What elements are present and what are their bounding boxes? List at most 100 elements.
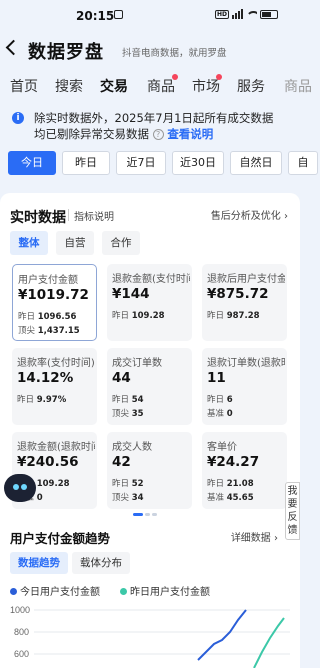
metric-card-buyer-count[interactable]: 成交人数 42 昨日 52 顶尖 34 — [107, 432, 192, 509]
metric-compare: 昨日 1096.56 — [18, 312, 77, 322]
tab-search[interactable]: 搜索 — [55, 76, 83, 96]
date-filter-yesterday[interactable]: 昨日 — [62, 151, 110, 175]
segment-cooperation[interactable]: 合作 — [102, 231, 140, 255]
back-arrow-icon[interactable] — [5, 39, 22, 56]
pay-amount-trend-section: 用户支付金额趋势 详细数据 › 数据趋势 载体分布 今日用户支付金额 昨日用户支… — [0, 520, 300, 668]
after-sales-link-label: 售后分析及优化 — [210, 211, 281, 222]
metric-card-avg-order-value[interactable]: 客单价 ¥24.27 昨日 21.08 基准 45.65 — [202, 432, 287, 509]
pager-dot-active — [133, 513, 143, 516]
notice-banner: i 除实时数据外，2025年7月1日起所有成交数据 均已剔除异常交易数据 ? 查… — [0, 108, 300, 146]
trend-chart: 1000 800 600 — [10, 605, 290, 668]
carousel-pager — [133, 513, 157, 516]
date-filter-7days[interactable]: 近7日 — [116, 151, 166, 175]
legend-yesterday-dot — [120, 588, 127, 595]
trend-title: 用户支付金额趋势 — [10, 531, 111, 546]
detail-data-link[interactable]: 详细数据 › — [231, 529, 278, 544]
main-tabs: 首页 搜索 交易 商品 市场 服务 商品 — [0, 72, 312, 100]
tab-trade[interactable]: 交易 — [100, 76, 128, 96]
metric-benchmark: 顶尖 1,437.15 — [18, 326, 80, 336]
date-filter-natural-day[interactable]: 自然日 — [230, 151, 282, 175]
series-today-line — [197, 609, 247, 661]
metric-card-order-count[interactable]: 成交订单数 44 昨日 54 顶尖 35 — [107, 348, 192, 425]
metric-value: ¥875.72 — [207, 286, 269, 302]
chevron-right-icon: › — [284, 211, 288, 222]
metric-value: 42 — [112, 454, 131, 470]
date-filter-more[interactable]: 自 — [288, 151, 318, 175]
metric-benchmark: 基准 45.65 — [207, 493, 254, 503]
metric-value: ¥240.56 — [17, 454, 79, 470]
metric-guide-link[interactable]: 指标说明 — [74, 208, 114, 223]
metric-benchmark: 顶尖 35 — [112, 409, 144, 419]
realtime-title: 实时数据 — [10, 210, 66, 226]
wifi-icon — [246, 10, 257, 19]
page-title: 数据罗盘 — [28, 42, 104, 63]
metric-label: 成交订单数 — [112, 358, 162, 369]
segment-self-run[interactable]: 自营 — [56, 231, 94, 255]
chevron-right-icon: › — [274, 533, 278, 544]
metric-compare: 昨日 54 — [112, 395, 144, 405]
metric-label: 退款订单数(退款时间) — [207, 358, 285, 369]
metric-compare: 昨日 21.08 — [207, 479, 254, 489]
metric-label: 退款后用户支付金额 — [207, 274, 285, 285]
feedback-button[interactable]: 我要反馈 — [285, 482, 300, 540]
battery-icon — [260, 9, 278, 19]
legend-yesterday[interactable]: 昨日用户支付金额 — [120, 583, 210, 598]
metric-compare: 昨日 6 — [207, 395, 233, 405]
hd-icon: HD — [214, 9, 229, 19]
signal-icon — [232, 9, 243, 19]
metric-value: ¥1019.72 — [18, 287, 89, 303]
metric-compare: 昨日 987.28 — [207, 311, 260, 321]
status-indicators: HD — [214, 9, 278, 19]
segment-overall[interactable]: 整体 — [10, 231, 48, 255]
metric-compare: 昨日 9.97% — [17, 395, 67, 405]
realtime-data-card: 实时数据 指标说明 售后分析及优化 › 整体 自营 合作 用户支付金额 ¥101… — [0, 193, 300, 520]
metric-card-net-pay-amount[interactable]: 退款后用户支付金额 ¥875.72 昨日 987.28 — [202, 264, 287, 341]
assistant-bot-icon[interactable] — [4, 474, 36, 502]
date-filter-30days[interactable]: 近30日 — [172, 151, 224, 175]
notification-app-icon — [114, 10, 123, 19]
detail-data-label: 详细数据 — [230, 533, 271, 544]
info-icon: i — [12, 112, 24, 124]
tab-data-trend[interactable]: 数据趋势 — [10, 552, 68, 574]
metric-label: 退款金额(退款时间) — [17, 442, 95, 453]
metric-value: 11 — [207, 370, 226, 386]
metric-compare: 昨日 52 — [112, 479, 144, 489]
tab-more[interactable]: 商品 — [284, 76, 312, 96]
y-tick-label: 1000 — [10, 605, 30, 615]
help-icon[interactable]: ? — [152, 129, 164, 140]
view-explanation-link[interactable]: 查看说明 — [167, 127, 213, 141]
legend-today[interactable]: 今日用户支付金额 — [10, 583, 100, 598]
metric-value: ¥144 — [112, 286, 150, 302]
tab-market-badge — [216, 74, 222, 80]
metric-compare: 昨日 109.28 — [112, 311, 165, 321]
date-filter-today[interactable]: 今日 — [8, 151, 56, 175]
metric-benchmark: 基准 0 — [207, 409, 233, 419]
metric-label: 用户支付金额 — [18, 275, 78, 286]
y-tick-label: 800 — [14, 627, 29, 637]
notice-line-1: 除实时数据外，2025年7月1日起所有成交数据 — [34, 111, 274, 125]
title-divider — [68, 209, 69, 221]
metric-label: 退款金额(支付时间) — [112, 274, 190, 285]
metric-card-pay-amount[interactable]: 用户支付金额 ¥1019.72 昨日 1096.56 顶尖 1,437.15 — [12, 264, 97, 341]
metric-card-refund-rate[interactable]: 退款率(支付时间) 14.12% 昨日 9.97% — [12, 348, 97, 425]
after-sales-link[interactable]: 售后分析及优化 › — [211, 207, 288, 222]
metric-value: ¥24.27 — [207, 454, 260, 470]
metric-card-refund-order-count[interactable]: 退款订单数(退款时间) 11 昨日 6 基准 0 — [202, 348, 287, 425]
pager-dot — [152, 513, 157, 516]
app-header: 数据罗盘 抖音电商数据，就用罗盘 — [0, 30, 300, 72]
tab-service[interactable]: 服务 — [237, 76, 265, 96]
legend-today-dot — [10, 588, 17, 595]
notice-line-2: 均已剔除异常交易数据 ? 查看说明 — [34, 126, 213, 142]
y-tick-label: 600 — [14, 649, 29, 659]
tab-carrier-distribution[interactable]: 载体分布 — [72, 552, 130, 574]
status-bar: 20:15 HD — [0, 0, 300, 30]
tab-home[interactable]: 首页 — [10, 76, 38, 96]
metric-label: 退款率(支付时间) — [17, 358, 95, 369]
metric-label: 成交人数 — [112, 442, 152, 453]
page-subtitle: 抖音电商数据，就用罗盘 — [122, 48, 227, 59]
metric-card-refund-amount-pay-time[interactable]: 退款金额(支付时间) ¥144 昨日 109.28 — [107, 264, 192, 341]
notice-line-2-text: 均已剔除异常交易数据 — [34, 127, 149, 141]
metric-label: 客单价 — [207, 442, 237, 453]
tab-product[interactable]: 商品 — [147, 76, 175, 96]
metric-benchmark: 顶尖 34 — [112, 493, 144, 503]
